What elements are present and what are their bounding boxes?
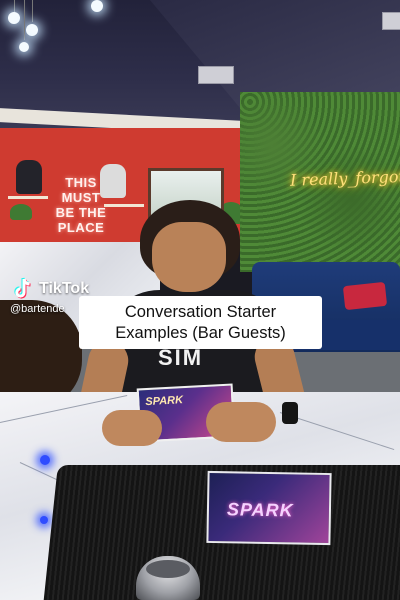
light-cord xyxy=(14,0,15,12)
table-card: SPARK xyxy=(206,470,332,546)
red-pillow xyxy=(342,281,388,311)
light-cord xyxy=(32,0,33,22)
ceiling-vent xyxy=(382,12,400,30)
person-hand-left xyxy=(102,410,162,446)
table-card-title: SPARK xyxy=(226,499,294,521)
held-card-title: SPARK xyxy=(145,394,184,409)
pendant-bulb xyxy=(26,24,38,36)
pendant-bulb xyxy=(19,42,29,52)
video-frame[interactable]: THIS MUST BE THE PLACE I really_forgot_h… xyxy=(0,0,400,600)
tiktok-watermark: TikTok xyxy=(12,277,89,301)
caption-overlay: Conversation Starter Examples (Bar Guest… xyxy=(79,296,322,349)
wall-shelf xyxy=(8,196,48,199)
ceiling-vent xyxy=(198,66,234,84)
person-face xyxy=(152,222,226,292)
tiktok-username: @bartende xyxy=(10,303,65,315)
blue-light-reflection xyxy=(40,516,48,524)
shot-glass-rim xyxy=(146,560,190,578)
blue-light-reflection xyxy=(40,455,50,465)
pendant-bulb xyxy=(8,12,20,24)
potted-plant xyxy=(10,204,32,220)
neon-sign: THIS MUST BE THE PLACE xyxy=(55,175,107,235)
pendant-bulb xyxy=(91,0,103,12)
wristwatch xyxy=(282,402,298,424)
light-cord xyxy=(24,0,25,40)
caption-text: Conversation Starter Examples (Bar Guest… xyxy=(115,302,286,342)
mannequin-bust xyxy=(16,160,42,194)
person-hand-right xyxy=(206,402,276,442)
tiktok-note-icon xyxy=(12,277,34,301)
